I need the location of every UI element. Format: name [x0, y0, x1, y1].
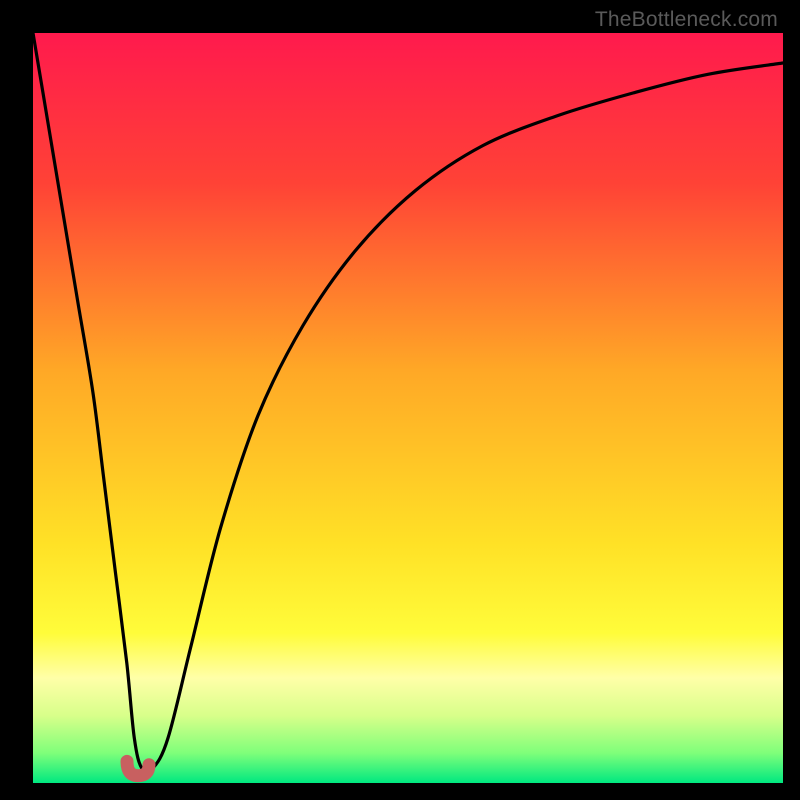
chart-svg	[33, 33, 783, 783]
watermark-text: TheBottleneck.com	[595, 8, 778, 32]
chart-frame: TheBottleneck.com	[0, 0, 800, 800]
bottleneck-curve	[33, 33, 783, 772]
plot-area	[33, 33, 783, 783]
